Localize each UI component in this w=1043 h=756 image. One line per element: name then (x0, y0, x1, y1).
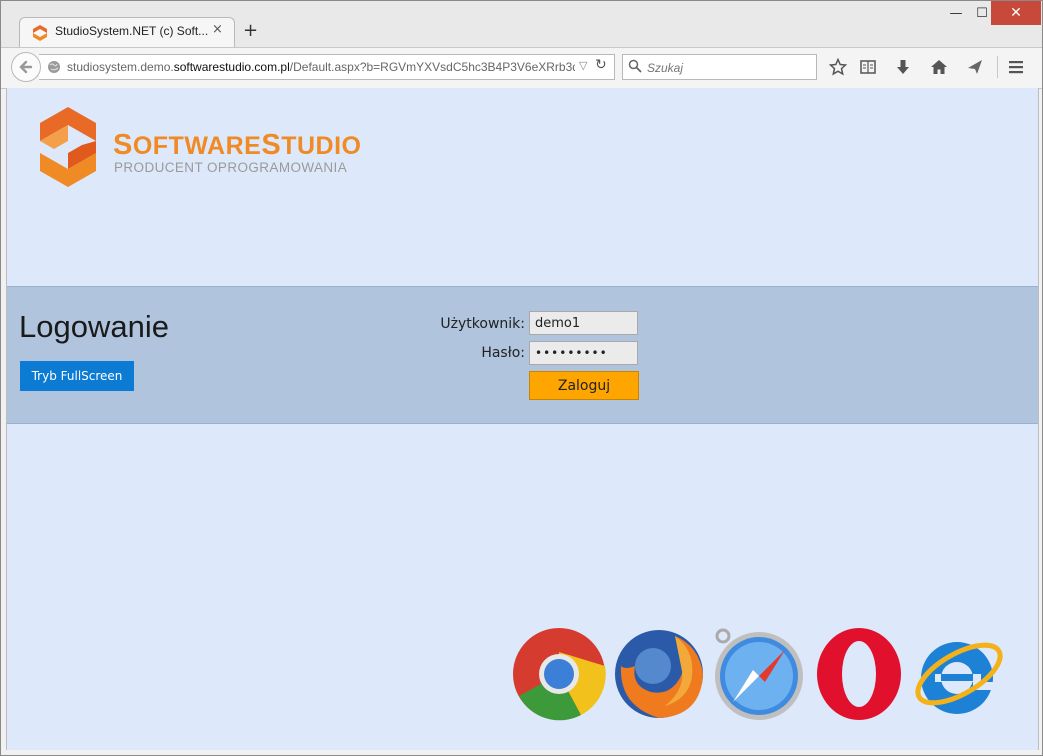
address-bar[interactable]: studiosystem.demo.softwarestudio.com.pl/… (39, 54, 615, 80)
bookmark-star-button[interactable] (827, 56, 849, 78)
opera-icon (817, 628, 901, 720)
navigation-toolbar: studiosystem.demo.softwarestudio.com.pl/… (1, 47, 1042, 89)
share-button[interactable] (964, 56, 986, 78)
username-label: Użytkownik: (440, 316, 525, 332)
tab-title: StudioSystem.NET (c) Soft... (55, 24, 209, 38)
toolbar-separator (997, 56, 998, 78)
password-label: Hasło: (481, 345, 525, 361)
brand-word-1: OFTWARE (132, 132, 262, 160)
browser-tab[interactable]: StudioSystem.NET (c) Soft... × (19, 17, 235, 47)
new-tab-button[interactable]: + (243, 20, 258, 41)
softwarestudio-logo-icon (40, 107, 96, 187)
web-page: SOFTWARESTUDIO PRODUCENT OPROGRAMOWANIA … (6, 88, 1039, 750)
reload-icon[interactable]: ↻ (595, 57, 607, 73)
history-dropdown-icon[interactable]: ▽ (579, 59, 587, 72)
tab-strip: StudioSystem.NET (c) Soft... × + — ☐ ✕ (1, 1, 1042, 47)
fullscreen-button[interactable]: Tryb FullScreen (20, 361, 134, 391)
tab-close-icon[interactable]: × (212, 22, 223, 37)
chrome-icon (513, 628, 606, 721)
url-prefix: studiosystem.demo. (67, 60, 174, 74)
login-button[interactable]: Zaloguj (529, 371, 639, 400)
safari-icon (715, 628, 803, 720)
browser-window: StudioSystem.NET (c) Soft... × + — ☐ ✕ s… (0, 0, 1043, 756)
password-field[interactable]: ••••••••• (529, 341, 638, 365)
brand-initial-2: S (261, 129, 282, 161)
search-input[interactable] (645, 58, 814, 78)
supported-browsers (507, 626, 1017, 726)
studiosystem-favicon-icon (33, 25, 47, 41)
globe-icon (48, 61, 60, 73)
search-icon (628, 59, 642, 73)
brand-word-2: TUDIO (281, 132, 362, 160)
star-icon (829, 58, 847, 76)
internet-explorer-icon (915, 642, 1003, 714)
send-icon (968, 60, 982, 74)
reading-list-button[interactable] (857, 56, 879, 78)
menu-icon (1009, 61, 1023, 74)
back-icon (19, 60, 33, 74)
search-box[interactable] (622, 54, 817, 80)
url-path: /Default.aspx?b=RGVmYXVsdC5hc3B4P3V6eXRr… (289, 60, 575, 74)
username-field[interactable] (529, 311, 638, 335)
brand-initial-1: S (113, 129, 133, 161)
login-panel: Logowanie Tryb FullScreen Użytkownik: Ha… (7, 286, 1038, 424)
brand-tagline: PRODUCENT OPROGRAMOWANIA (114, 160, 348, 175)
url-domain: softwarestudio.com.pl (173, 60, 290, 74)
home-icon (931, 60, 947, 74)
reading-list-icon (860, 60, 876, 74)
close-window-button[interactable]: ✕ (991, 1, 1041, 25)
home-button[interactable] (928, 56, 950, 78)
address-url: studiosystem.demo.softwarestudio.com.pl/… (67, 60, 575, 74)
brand-wordmark: SOFTWARESTUDIO (113, 129, 361, 162)
menu-button[interactable] (1005, 56, 1027, 78)
firefox-icon (615, 630, 703, 718)
page-title: Logowanie (19, 309, 169, 344)
download-icon (897, 60, 909, 74)
back-button[interactable] (11, 52, 41, 82)
downloads-button[interactable] (892, 56, 914, 78)
